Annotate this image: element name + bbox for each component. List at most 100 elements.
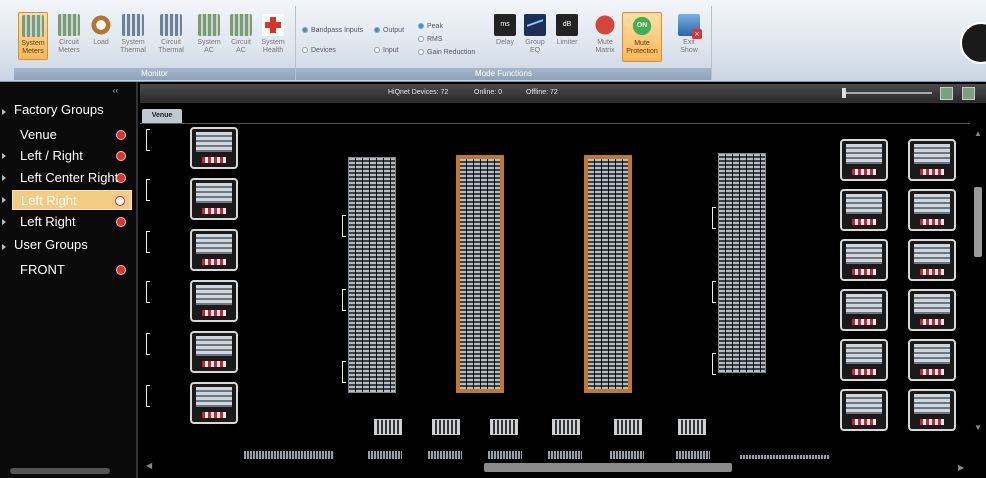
peak-radio[interactable]: Peak <box>418 22 443 31</box>
bracket-marker <box>342 215 346 237</box>
sidebar-item-label: Left Right <box>21 193 77 208</box>
amplifier-device[interactable] <box>840 239 888 281</box>
zoom-fit-icon[interactable] <box>940 87 953 100</box>
sidebar-item-front[interactable]: FRONT <box>12 260 132 280</box>
scroll-left-icon[interactable]: ◀ <box>146 461 152 470</box>
status-dot-icon <box>116 130 126 140</box>
collapse-sidebar-button[interactable]: ‹‹ <box>113 86 118 95</box>
zoom-reset-icon[interactable] <box>962 87 975 100</box>
circuit-ac-button[interactable]: Circuit AC <box>226 12 256 60</box>
sidebar-item-left-center-right[interactable]: Left Center Right <box>12 168 132 188</box>
app-orb-icon[interactable] <box>960 22 986 64</box>
sidebar-item-venue[interactable]: Venue <box>12 125 132 145</box>
system-meters-button[interactable]: System Meters <box>18 12 48 60</box>
device-strip[interactable] <box>676 451 710 459</box>
system-ac-button[interactable]: System AC <box>194 12 224 60</box>
status-dot-icon <box>116 217 126 227</box>
amplifier-device[interactable] <box>908 389 956 431</box>
amplifier-device[interactable] <box>840 189 888 231</box>
sidebar-item-left-right-selected[interactable]: Left Right <box>12 190 132 210</box>
output-radio[interactable]: Output <box>374 26 404 35</box>
exit-show-button[interactable]: Exit Show <box>674 12 704 62</box>
amplifier-device[interactable] <box>908 139 956 181</box>
delay-button[interactable]: ms Delay <box>490 12 520 62</box>
amplifier-device[interactable] <box>908 239 956 281</box>
horizontal-scrollbar[interactable] <box>484 463 732 472</box>
subwoofer-device[interactable] <box>490 419 518 435</box>
status-dot-icon <box>116 151 126 161</box>
amplifier-device[interactable] <box>908 289 956 331</box>
peak-label: Peak <box>427 23 443 30</box>
amplifier-device[interactable] <box>190 229 238 271</box>
bracket-marker <box>712 353 716 375</box>
subwoofer-device[interactable] <box>614 419 642 435</box>
expand-caret-icon[interactable] <box>2 197 6 203</box>
device-strip[interactable] <box>548 451 582 459</box>
sidebar-scrollbar[interactable] <box>10 468 110 474</box>
zoom-slider-thumb[interactable] <box>842 88 846 98</box>
device-strip[interactable] <box>428 451 462 459</box>
devices-radio[interactable]: Devices <box>302 46 336 55</box>
bandpass-inputs-radio[interactable]: Bandpass Inputs <box>302 26 363 35</box>
circuit-meters-button[interactable]: Circuit Meters <box>54 12 84 60</box>
system-thermal-button[interactable]: System Thermal <box>118 12 148 60</box>
status-dot-icon <box>115 196 125 206</box>
zoom-slider[interactable] <box>842 92 932 94</box>
expand-caret-icon[interactable] <box>2 153 6 159</box>
device-strip[interactable] <box>610 451 644 459</box>
group-eq-button[interactable]: Group EQ <box>520 12 550 62</box>
device-strip[interactable] <box>488 451 522 459</box>
vertical-scrollbar[interactable] <box>974 187 982 257</box>
venue-canvas[interactable]: Venue ◀ ▶ ▲ ▼ <box>140 102 986 478</box>
meter-icon <box>22 15 44 37</box>
mute-protection-button[interactable]: ON Mute Protection <box>622 12 662 62</box>
expand-caret-icon[interactable] <box>2 244 6 250</box>
expand-caret-icon[interactable] <box>2 219 6 225</box>
mute-icon <box>594 14 616 36</box>
amplifier-device[interactable] <box>190 127 238 169</box>
scroll-down-icon[interactable]: ▼ <box>974 423 982 432</box>
amplifier-device[interactable] <box>908 339 956 381</box>
device-strip[interactable] <box>368 451 402 459</box>
scroll-up-icon[interactable]: ▲ <box>974 129 982 138</box>
device-strip[interactable] <box>740 455 830 459</box>
gain-reduction-radio[interactable]: Gain Reduction <box>418 48 475 57</box>
input-radio[interactable]: Input <box>374 46 399 55</box>
device-strip[interactable] <box>244 451 334 459</box>
bracket-marker <box>146 179 150 201</box>
amplifier-device[interactable] <box>840 339 888 381</box>
subwoofer-device[interactable] <box>552 419 580 435</box>
line-array-rack[interactable] <box>718 153 766 373</box>
amplifier-device[interactable] <box>840 389 888 431</box>
amplifier-device[interactable] <box>190 178 238 220</box>
sidebar-item-left-right-2[interactable]: Left Right <box>12 212 132 232</box>
subwoofer-device[interactable] <box>374 419 402 435</box>
amplifier-device[interactable] <box>190 382 238 424</box>
tab-venue[interactable]: Venue <box>142 109 182 123</box>
amplifier-device[interactable] <box>840 139 888 181</box>
amplifier-device[interactable] <box>840 289 888 331</box>
mute-matrix-button[interactable]: Mute Matrix <box>590 12 620 62</box>
amplifier-device[interactable] <box>190 280 238 322</box>
line-array-rack-selected[interactable] <box>584 155 632 393</box>
expand-caret-icon[interactable] <box>2 175 6 181</box>
radio-dot-icon <box>374 47 380 54</box>
circuit-thermal-button[interactable]: Circuit Thermal <box>156 12 186 60</box>
limiter-button[interactable]: dB Limiter <box>552 12 582 62</box>
rms-radio[interactable]: RMS <box>418 35 443 44</box>
subwoofer-device[interactable] <box>678 419 706 435</box>
line-array-rack[interactable] <box>348 157 396 393</box>
amplifier-device[interactable] <box>190 331 238 373</box>
expand-caret-icon[interactable] <box>2 109 6 115</box>
load-icon <box>90 14 112 36</box>
line-array-rack-selected[interactable] <box>456 155 504 393</box>
system-health-label: System Health <box>261 39 285 54</box>
radio-dot-icon <box>374 27 380 34</box>
amplifier-device[interactable] <box>908 189 956 231</box>
load-button[interactable]: Load <box>86 12 116 60</box>
mute-protection-label: Mute Protection <box>626 40 658 55</box>
subwoofer-device[interactable] <box>432 419 460 435</box>
system-health-button[interactable]: System Health <box>258 12 288 60</box>
scroll-right-icon[interactable]: ▶ <box>958 463 964 472</box>
sidebar-item-left-right[interactable]: Left / Right <box>12 146 132 166</box>
